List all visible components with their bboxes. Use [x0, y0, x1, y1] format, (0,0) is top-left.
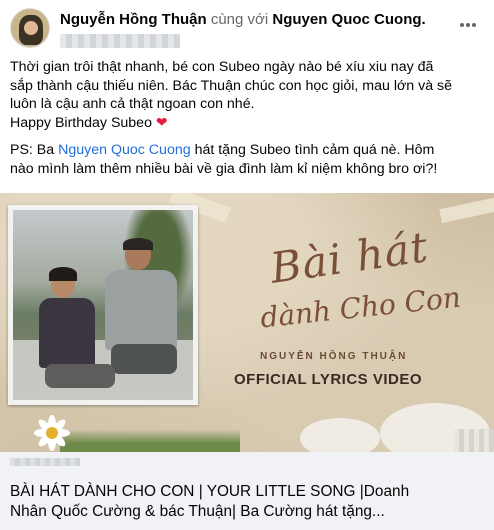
video-subtitle: OFFICIAL LYRICS VIDEO — [234, 371, 423, 388]
link-title-line2: Nhân Quốc Cường & bác Thuận| Ba Cường há… — [10, 503, 385, 520]
with-text: cùng với — [210, 11, 269, 28]
ps-prefix: PS: Ba — [10, 142, 59, 159]
ps-rest: hát tặng Subeo tình cảm quá nè. Hôm — [190, 142, 435, 159]
tagged-name[interactable]: Nguyen Quoc Cuong — [272, 11, 421, 28]
tagged-link[interactable]: Nguyen Quoc Cuong — [58, 142, 191, 158]
post-text-line: sắp thành cậu thiếu niên. Bác Thuận chúc… — [10, 77, 453, 94]
link-title[interactable]: BÀI HÁT DÀNH CHO CON | YOUR LITTLE SONG … — [10, 482, 480, 522]
avatar[interactable] — [10, 8, 50, 48]
birthday-text: Happy Birthday Subeo — [10, 114, 152, 131]
dot-icon — [472, 23, 476, 27]
post-text-line: Happy Birthday Subeo ❤ — [10, 114, 486, 133]
post-ps-line2: nào mình làm thêm nhiều bài về gia đình … — [10, 160, 438, 177]
post-ps-line: PS: Ba Nguyen Quoc Cuong hát tặng Subeo … — [10, 141, 486, 160]
post-text-line: Thời gian trôi thật nhanh, bé con Subeo … — [10, 59, 434, 75]
link-domain-redacted — [10, 458, 80, 466]
person-legs — [45, 364, 115, 388]
dot-icon — [460, 23, 464, 27]
person-boy — [35, 267, 115, 390]
redacted-corner — [454, 429, 494, 452]
dot-icon — [466, 23, 470, 27]
post-author-line: Nguyễn Hồng Thuận cùng với Nguyen Quoc C… — [60, 11, 426, 28]
person-body — [105, 270, 177, 350]
script-title-line1: Bài hát — [267, 222, 432, 293]
link-preview[interactable]: BÀI HÁT DÀNH CHO CON | YOUR LITTLE SONG … — [0, 452, 494, 530]
post-timestamp-redacted — [60, 34, 180, 48]
person-body — [39, 298, 95, 368]
person-hair — [123, 238, 153, 250]
avatar-face — [24, 21, 38, 35]
video-artist: NGUYỄN HỒNG THUẬN — [260, 351, 408, 362]
author-line-period: . — [421, 11, 426, 28]
post-text: Thời gian trôi thật nhanh, bé con Subeo … — [10, 58, 486, 179]
more-horizontal-icon[interactable] — [460, 14, 482, 34]
link-title-line1: BÀI HÁT DÀNH CHO CON | YOUR LITTLE SONG … — [10, 483, 410, 500]
grass-decoration — [60, 429, 240, 452]
facebook-post: Nguyễn Hồng Thuận cùng với Nguyen Quoc C… — [0, 0, 494, 530]
author-name[interactable]: Nguyễn Hồng Thuận — [60, 11, 207, 28]
polaroid-photo — [8, 205, 198, 405]
heart-icon: ❤ — [155, 114, 168, 131]
post-header: Nguyễn Hồng Thuận cùng với Nguyen Quoc C… — [10, 8, 486, 52]
person-legs — [111, 344, 177, 374]
person-hair — [49, 267, 77, 281]
daisy-icon — [34, 415, 70, 451]
post-text-line: luôn là cậu anh cả thật ngoan con nhé. — [10, 96, 255, 113]
photo-image — [13, 210, 193, 400]
video-script-title: Bài hát dành Cho Con — [250, 222, 470, 343]
video-thumbnail[interactable]: Bài hát dành Cho Con NGUYỄN HỒNG THUẬN O… — [0, 193, 494, 452]
cloud-decoration — [300, 418, 380, 452]
